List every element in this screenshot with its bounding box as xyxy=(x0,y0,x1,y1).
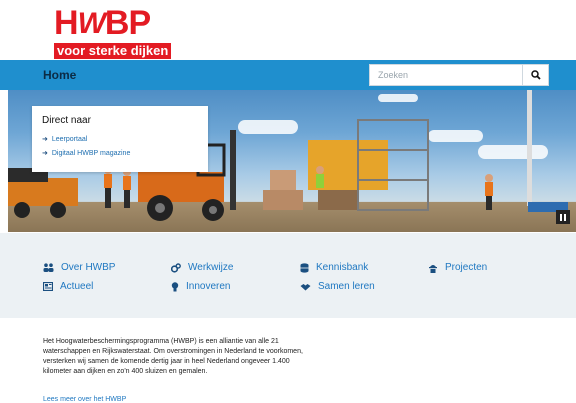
pause-button[interactable] xyxy=(556,210,570,224)
search-icon xyxy=(530,70,541,80)
lightbulb-icon xyxy=(171,281,179,291)
direct-naar-panel: Direct naar ➜ Leerportaal ➜ Digitaal HWB… xyxy=(32,106,208,172)
hwbp-logo[interactable]: HWBP voor sterke dijken xyxy=(54,4,172,60)
direct-link-magazine[interactable]: ➜ Digitaal HWBP magazine xyxy=(42,149,198,158)
direct-link-label: Digitaal HWBP magazine xyxy=(51,149,131,157)
gears-icon xyxy=(171,262,181,273)
quick-link-kennisbank[interactable]: Kennisbank xyxy=(300,262,368,273)
search-input[interactable] xyxy=(370,65,520,85)
direct-link-label: Leerportaal xyxy=(51,135,88,143)
arrow-right-icon: ➜ xyxy=(42,150,48,157)
quick-link-over-hwbp[interactable]: Over HWBP xyxy=(43,262,115,273)
logo-tagline: voor sterke dijken xyxy=(54,43,172,59)
worker-icon xyxy=(429,264,437,273)
search-button[interactable] xyxy=(522,65,548,85)
site-header: HWBP voor sterke dijken xyxy=(0,0,576,60)
quick-link-actueel[interactable]: Actueel xyxy=(43,281,93,292)
direct-link-leerportaal[interactable]: ➜ Leerportaal xyxy=(42,135,198,144)
intro-paragraph: Het Hoogwaterbeschermingsprogramma (HWBP… xyxy=(43,338,303,375)
database-icon xyxy=(300,262,309,273)
direct-naar-title: Direct naar xyxy=(42,115,91,126)
nav-home-link[interactable]: Home xyxy=(43,68,76,82)
handshake-icon xyxy=(300,283,311,290)
newspaper-icon xyxy=(43,282,53,291)
quick-links-band: Over HWBP Werkwijze Kennisbank Projecten… xyxy=(0,233,576,318)
quick-link-werkwijze[interactable]: Werkwijze xyxy=(171,262,233,273)
people-icon xyxy=(43,263,54,272)
quick-link-projecten[interactable]: Projecten xyxy=(428,262,487,273)
arrow-right-icon: ➜ xyxy=(42,136,48,143)
search-box xyxy=(369,64,549,86)
read-more-link[interactable]: Lees meer over het HWBP xyxy=(43,396,126,403)
quick-link-samen-leren[interactable]: Samen leren xyxy=(300,281,375,292)
quick-link-innoveren[interactable]: Innoveren xyxy=(171,281,230,292)
logo-wordmark: HWBP xyxy=(54,4,151,42)
